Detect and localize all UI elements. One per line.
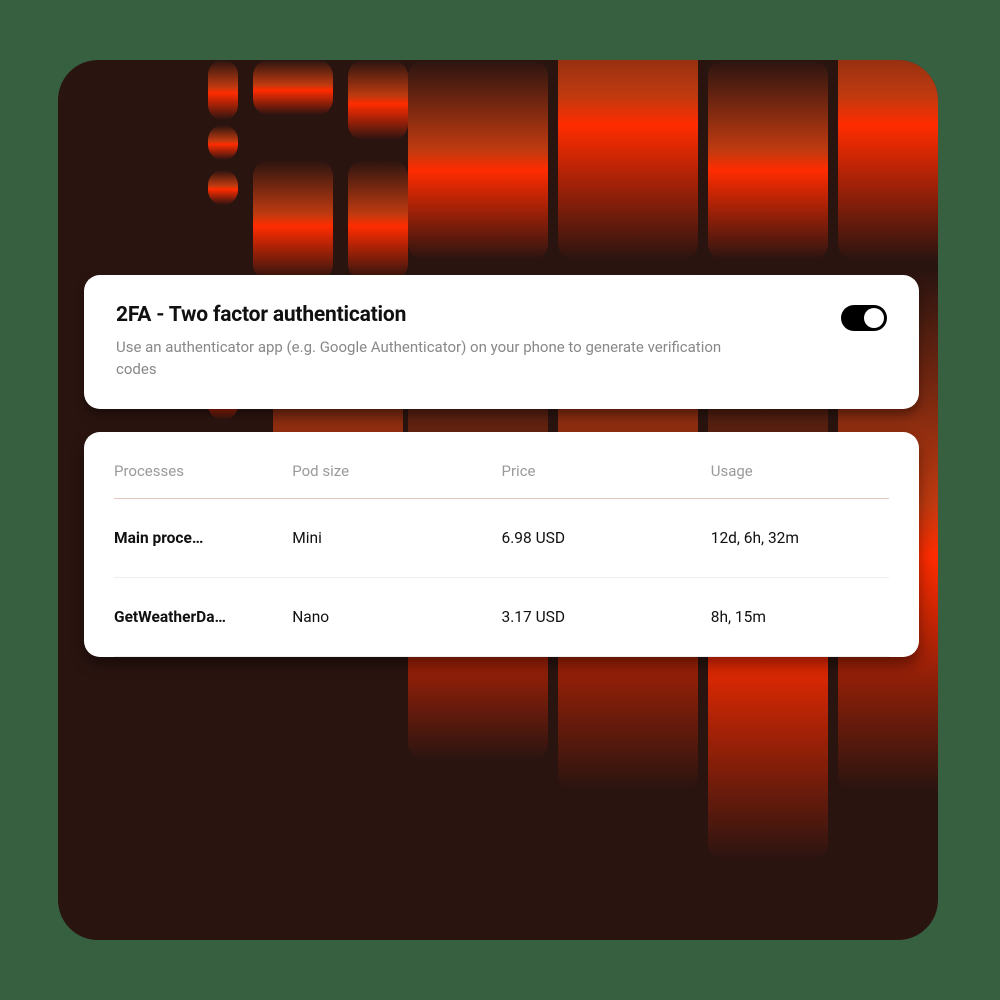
table-row[interactable]: Main proce… Mini 6.98 USD 12d, 6h, 32m	[114, 499, 889, 578]
cell-usage: 12d, 6h, 32m	[711, 499, 889, 578]
decor-block	[408, 60, 548, 260]
toggle-knob	[864, 308, 884, 328]
cell-process-name: Main proce…	[114, 499, 292, 578]
cell-usage: 8h, 15m	[711, 578, 889, 657]
decor-block	[208, 125, 238, 160]
col-pod-size: Pod size	[292, 442, 501, 499]
decor-block	[348, 60, 408, 140]
col-processes: Processes	[114, 442, 292, 499]
col-usage: Usage	[711, 442, 889, 499]
decor-block	[558, 60, 698, 260]
table-row[interactable]: GetWeatherDa… Nano 3.17 USD 8h, 15m	[114, 578, 889, 657]
decor-block	[253, 60, 333, 115]
cell-pod-size: Nano	[292, 578, 501, 657]
col-price: Price	[502, 442, 711, 499]
cell-price: 6.98 USD	[502, 499, 711, 578]
decor-block	[208, 60, 238, 120]
processes-table: Processes Pod size Price Usage Main proc…	[114, 442, 889, 657]
two-factor-card: 2FA - Two factor authentication Use an a…	[84, 275, 919, 409]
decor-block	[253, 160, 333, 280]
decor-block	[838, 60, 938, 260]
processes-card: Processes Pod size Price Usage Main proc…	[84, 432, 919, 657]
two-factor-title: 2FA - Two factor authentication	[116, 303, 817, 327]
cell-process-name: GetWeatherDa…	[114, 578, 292, 657]
cell-pod-size: Mini	[292, 499, 501, 578]
table-header-row: Processes Pod size Price Usage	[114, 442, 889, 499]
decor-block	[348, 160, 408, 280]
two-factor-toggle[interactable]	[841, 305, 887, 331]
decor-block	[708, 60, 828, 260]
two-factor-description: Use an authenticator app (e.g. Google Au…	[116, 337, 756, 381]
decor-block	[208, 170, 238, 205]
cell-price: 3.17 USD	[502, 578, 711, 657]
